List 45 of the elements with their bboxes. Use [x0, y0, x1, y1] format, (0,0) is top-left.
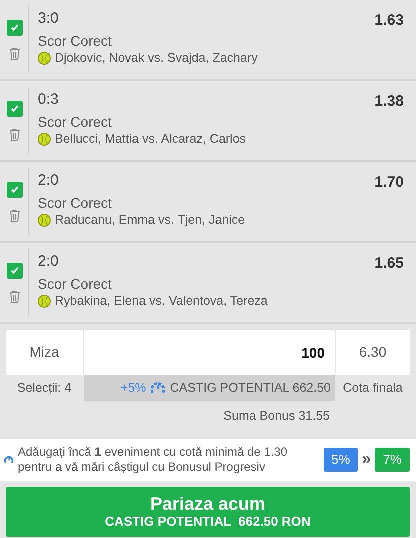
check-icon	[10, 104, 20, 114]
delete-icon[interactable]	[9, 47, 21, 61]
match-name: Rybakina, Elena vs. Valentova, Tereza	[55, 293, 268, 309]
progressive-bonus-message: Adăugați încă 1 eveniment cu cotă minimă de 1.30 pentru a vă mări câștigul cu Bonusul Progresiv	[18, 445, 289, 475]
score: 0:3	[38, 90, 59, 110]
gauge-icon	[150, 380, 166, 396]
total-odds-label: Cota finala	[342, 380, 404, 397]
tennis-ball-icon	[38, 214, 51, 226]
potential-win: CASTIG POTENTIAL 662.50	[170, 380, 331, 397]
checkbox[interactable]	[7, 182, 23, 198]
tennis-ball-icon	[38, 294, 51, 308]
odds: 1.70	[374, 173, 404, 193]
checkbox[interactable]	[7, 263, 23, 279]
bonus-percent: +5%	[120, 380, 146, 397]
match-name: Djokovic, Novak vs. Svajda, Zachary	[55, 50, 258, 66]
check-icon	[10, 185, 20, 195]
arrow-glyph: »	[362, 450, 372, 470]
odds: 1.63	[374, 11, 404, 31]
match-name: Bellucci, Mattia vs. Alcaraz, Carlos	[55, 131, 246, 147]
bonus-sum: Suma Bonus 31.55	[224, 409, 330, 423]
check-icon	[10, 23, 20, 33]
score: 3:0	[38, 9, 59, 29]
market-name: Scor Corect	[38, 275, 113, 293]
tennis-ball-icon	[38, 132, 51, 146]
delete-icon[interactable]	[9, 128, 21, 142]
next-bonus: 7%	[375, 448, 410, 472]
gauge-icon	[4, 455, 14, 465]
market-name: Scor Corect	[38, 194, 113, 212]
checkbox[interactable]	[7, 20, 23, 36]
score: 2:0	[38, 252, 59, 272]
selections-count: Selecții: 4	[16, 380, 73, 397]
market-name: Scor Corect	[38, 113, 113, 131]
checkbox[interactable]	[7, 101, 23, 117]
stake-label: Miza	[6, 330, 83, 375]
current-bonus: 5%	[324, 448, 358, 472]
market-name: Scor Corect	[38, 32, 113, 50]
odds: 1.38	[374, 92, 404, 112]
delete-icon[interactable]	[9, 290, 21, 304]
total-odds: 6.30	[336, 330, 410, 375]
odds: 1.65	[374, 254, 404, 274]
tennis-ball-icon	[38, 52, 51, 64]
delete-icon[interactable]	[9, 209, 21, 223]
check-icon	[10, 266, 20, 276]
match-name: Raducanu, Emma vs. Tjen, Janice	[55, 212, 246, 228]
score: 2:0	[38, 171, 59, 191]
